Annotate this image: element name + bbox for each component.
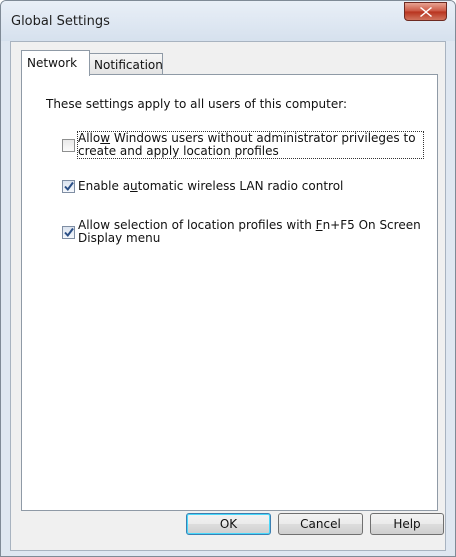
cancel-button[interactable]: Cancel [278, 513, 363, 535]
checkmark-icon [64, 181, 74, 192]
tab-network[interactable]: Network [21, 50, 90, 76]
ok-button[interactable]: OK [186, 513, 271, 535]
option-auto-wireless-radio[interactable]: Enable automatic wireless LAN radio cont… [62, 179, 422, 195]
option-fn-f5-osd[interactable]: Allow selection of location profiles wit… [62, 219, 422, 247]
tab-notification[interactable]: Notification [89, 53, 163, 74]
title-bar[interactable]: Global Settings [1, 1, 455, 41]
dialog-client-area: Network Notification These settings appl… [10, 41, 446, 551]
tab-network-label: Network [27, 56, 78, 70]
fn-f5-osd-checkbox[interactable] [62, 226, 75, 239]
close-icon [420, 7, 432, 17]
fn-f5-osd-label[interactable]: Allow selection of location profiles wit… [78, 219, 423, 245]
window-title: Global Settings [11, 14, 110, 29]
auto-wireless-radio-checkbox[interactable] [62, 180, 75, 193]
option-allow-non-admin-profiles[interactable]: Allow Windows users without administrato… [62, 131, 424, 160]
allow-non-admin-profiles-label[interactable]: Allow Windows users without administrato… [77, 131, 424, 159]
tab-notification-label: Notification [94, 58, 163, 72]
network-tab-panel: These settings apply to all users of thi… [21, 74, 438, 511]
checkmark-icon [64, 227, 74, 238]
help-button[interactable]: Help [370, 513, 444, 535]
global-settings-dialog: Global Settings Network Notification The… [0, 0, 456, 557]
close-button[interactable] [404, 2, 447, 21]
auto-wireless-radio-label[interactable]: Enable automatic wireless LAN radio cont… [78, 180, 423, 193]
settings-intro-text: These settings apply to all users of thi… [46, 97, 348, 111]
allow-non-admin-profiles-checkbox[interactable] [62, 139, 75, 152]
